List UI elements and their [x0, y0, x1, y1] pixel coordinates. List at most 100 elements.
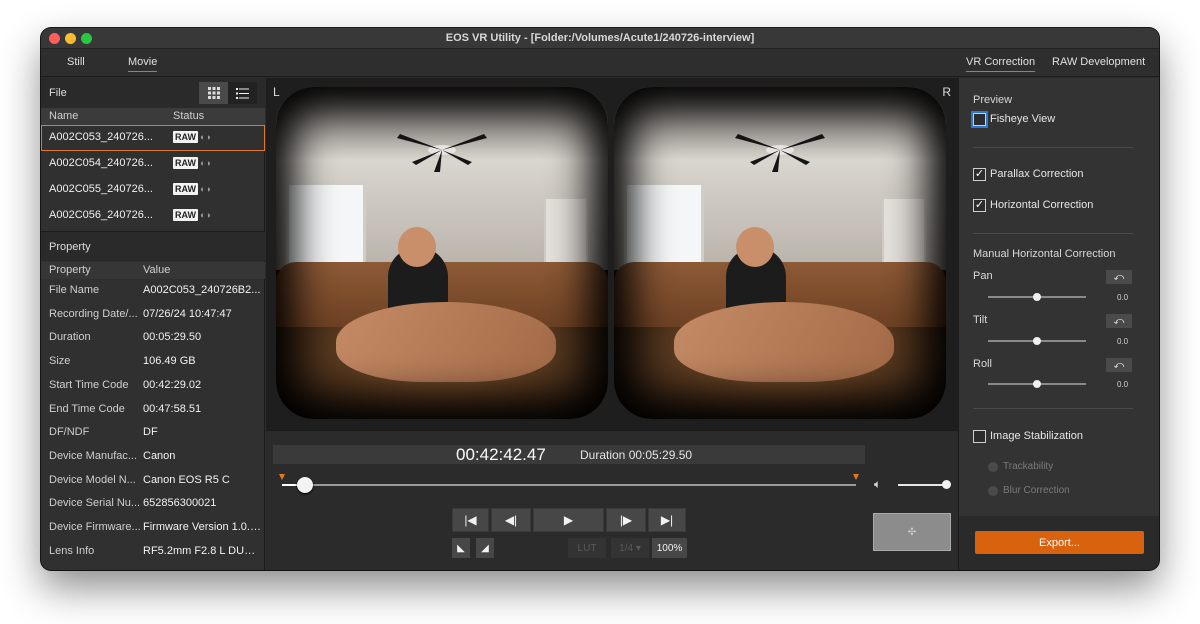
export-button[interactable]: Export...	[975, 531, 1144, 554]
left-eye-image	[276, 87, 608, 419]
pan-slider-knob[interactable]	[1033, 293, 1041, 301]
file-row[interactable]: A002C055_240726... RAW ◐◑	[41, 177, 265, 203]
blur-correction-radio[interactable]	[988, 486, 998, 496]
left-panel: File Name Status A002C053_240726... RAW …	[41, 78, 265, 570]
property-col-property: Property	[49, 264, 91, 276]
divider	[973, 147, 1133, 148]
tilt-slider-knob[interactable]	[1033, 337, 1041, 345]
tab-still[interactable]: Still	[67, 56, 85, 71]
file-row[interactable]: A002C053_240726... RAW ◐◑	[41, 125, 265, 151]
roll-label: Roll	[973, 358, 992, 370]
roll-slider-knob[interactable]	[1033, 380, 1041, 388]
property-value: 00:05:29.50	[143, 331, 202, 344]
tab-vr-correction[interactable]: VR Correction	[966, 56, 1036, 72]
list-icon	[236, 87, 249, 99]
property-row: Duration 00:05:29.50	[41, 326, 265, 349]
mode-tab-bar: Still Movie VR Correction RAW Developmen…	[41, 49, 1159, 77]
set-out-point-button[interactable]: ◢	[476, 538, 494, 558]
vr-lens-icon: ◐◑	[200, 132, 211, 142]
property-key: Size	[49, 355, 71, 368]
timecode-bar: 00:42:42.47 Duration 00:05:29.50	[273, 445, 865, 464]
playback-speed-select[interactable]: 1/4 ▾	[611, 538, 649, 558]
parallax-correction-label: Parallax Correction	[990, 168, 1084, 180]
property-value: RF5.2mm F2.8 L DUAL...	[143, 544, 261, 557]
grid-view-button[interactable]	[199, 82, 228, 104]
manual-horizontal-heading: Manual Horizontal Correction	[973, 248, 1116, 260]
file-col-status[interactable]: Status	[173, 110, 204, 122]
go-to-end-button[interactable]: ▶|	[648, 508, 686, 532]
in-point-icon: ◣	[457, 542, 465, 554]
vr-lens-icon: ◐◑	[200, 158, 211, 168]
roll-reset-button[interactable]: ⤺	[1106, 358, 1132, 372]
property-key: Device Firmware...	[49, 521, 141, 533]
play-button[interactable]: ▶	[533, 508, 604, 532]
trackability-radio[interactable]	[988, 462, 998, 472]
blur-correction-label: Blur Correction	[1003, 485, 1070, 496]
vr-preview[interactable]: L R	[266, 78, 958, 430]
property-row: Recording Date/... 07/26/24 10:47:47	[41, 303, 265, 326]
property-row: DF/NDF DF	[41, 421, 265, 444]
in-point-marker[interactable]	[279, 474, 285, 480]
image-stabilization-checkbox[interactable]	[973, 430, 986, 443]
set-in-point-button[interactable]: ◣	[452, 538, 470, 558]
property-key: Duration	[49, 331, 91, 344]
view-navigator[interactable]: ✣	[873, 513, 951, 551]
file-col-name[interactable]: Name	[49, 110, 78, 122]
property-value: Canon EOS R5 C	[143, 473, 230, 486]
go-to-start-button[interactable]: |◀	[452, 508, 489, 532]
property-row: Device Manufac... Canon	[41, 445, 265, 468]
property-section-header: Property	[41, 231, 265, 261]
horizontal-correction-checkbox[interactable]: ✓	[973, 199, 986, 212]
trackability-label: Trackability	[1003, 461, 1054, 472]
list-view-button[interactable]	[228, 82, 257, 104]
property-key: End Time Code	[49, 402, 125, 415]
property-value: Canon	[143, 449, 176, 462]
volume-slider[interactable]	[898, 484, 946, 486]
property-key: DF/NDF	[49, 426, 90, 439]
seek-knob[interactable]	[296, 477, 313, 493]
file-row[interactable]: A002C056_240726... RAW ◐◑	[41, 203, 265, 229]
pan-value: 0.0	[1117, 293, 1129, 302]
property-value: 00:42:29.02	[143, 378, 202, 391]
previous-frame-button[interactable]: ◀|	[491, 508, 531, 532]
horizontal-correction-label: Horizontal Correction	[990, 199, 1094, 211]
reset-icon: ⤺	[1113, 271, 1125, 283]
file-name: A002C053_240726...	[49, 131, 153, 143]
property-key: Start Time Code	[49, 378, 129, 391]
property-list-header: Property Value	[41, 262, 265, 279]
tab-movie[interactable]: Movie	[128, 56, 158, 72]
file-row[interactable]: A002C054_240726... RAW ◐◑	[41, 151, 265, 177]
reset-icon: ⤺	[1113, 359, 1125, 371]
speaker-icon[interactable]: 🔈︎	[874, 477, 881, 492]
property-value: 00:47:58.51	[143, 402, 202, 415]
property-key: Device Model N...	[49, 473, 136, 486]
divider	[973, 233, 1133, 234]
crosshair-icon: ✣	[907, 526, 917, 538]
pan-label: Pan	[973, 270, 993, 282]
zoom-level-button[interactable]: 100%	[652, 538, 687, 558]
step-back-icon: ◀|	[504, 513, 518, 527]
preview-heading: Preview	[973, 94, 1013, 106]
property-value: DF	[143, 426, 158, 439]
right-eye-image	[614, 87, 946, 419]
seek-bar[interactable]	[282, 484, 856, 486]
property-key: File Name	[49, 284, 100, 296]
volume-knob[interactable]	[942, 480, 951, 489]
file-name: A002C054_240726...	[49, 157, 153, 169]
parallax-correction-checkbox[interactable]: ✓	[973, 168, 986, 181]
raw-badge: RAW	[173, 183, 198, 195]
reset-icon: ⤺	[1113, 315, 1125, 327]
tab-raw-development[interactable]: RAW Development	[1052, 56, 1145, 71]
tilt-value: 0.0	[1117, 337, 1129, 346]
pan-reset-button[interactable]: ⤺	[1106, 270, 1132, 284]
lut-button[interactable]: LUT	[568, 538, 606, 558]
tilt-reset-button[interactable]: ⤺	[1106, 314, 1132, 328]
property-row: File Name A002C053_240726B2...	[41, 279, 265, 302]
fisheye-view-checkbox[interactable]	[973, 113, 986, 126]
property-value: 07/26/24 10:47:47	[143, 307, 232, 320]
next-frame-button[interactable]: |▶	[606, 508, 646, 532]
file-name: A002C056_240726...	[49, 209, 153, 221]
raw-badge: RAW	[173, 131, 198, 143]
title-bar: EOS VR Utility - [Folder:/Volumes/Acute1…	[41, 28, 1159, 49]
out-point-marker[interactable]	[853, 474, 859, 480]
